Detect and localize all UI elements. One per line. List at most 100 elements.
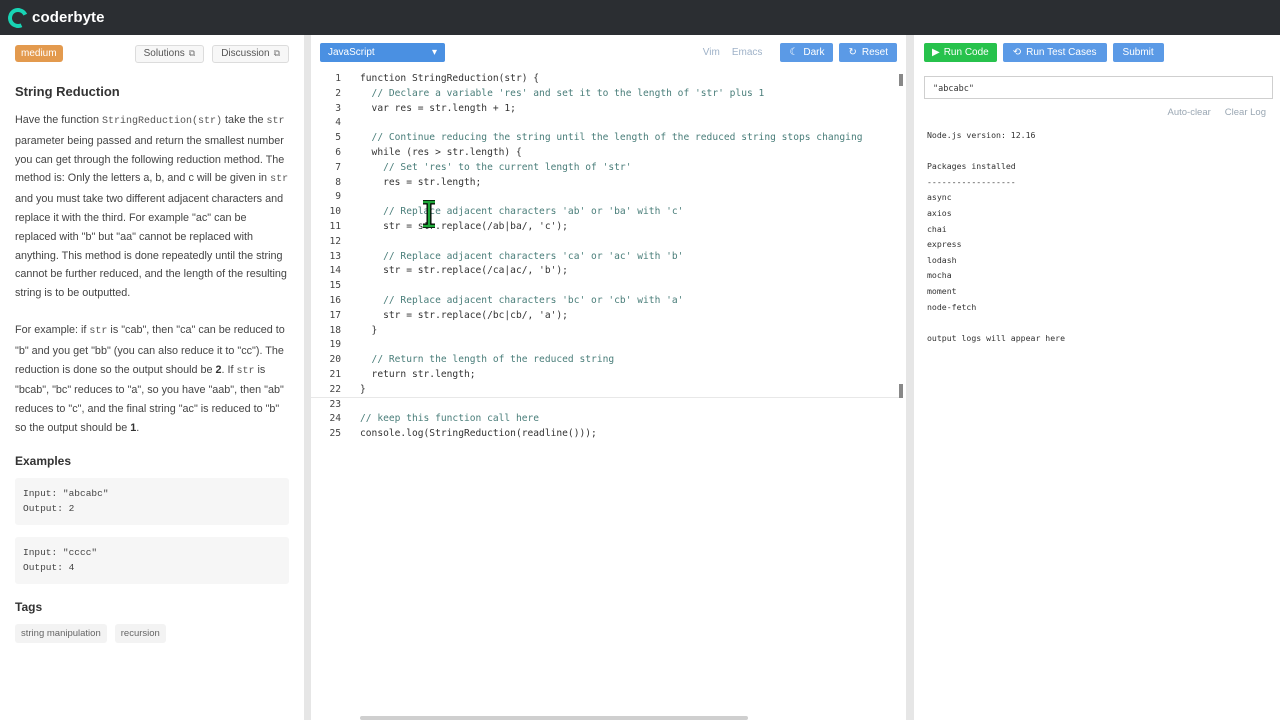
code-text: }	[360, 324, 378, 336]
code-line[interactable]: 11 str = str.replace(/ab|ba/, 'c');	[311, 220, 901, 235]
emacs-toggle[interactable]: Emacs	[732, 47, 763, 58]
line-number: 24	[329, 413, 341, 425]
code-text: var res = str.length + 1;	[360, 102, 516, 114]
code-text: // Continue reducing the string until th…	[360, 132, 863, 144]
line-number: 12	[329, 235, 341, 247]
right-resize-handle[interactable]	[906, 35, 914, 720]
code-line[interactable]: 8 res = str.length;	[311, 176, 901, 191]
code-line[interactable]: 18 }	[311, 324, 901, 339]
package-item: node-fetch	[927, 301, 977, 312]
code-text: // keep this function call here	[360, 413, 540, 425]
line-number: 25	[329, 428, 341, 440]
submit-button[interactable]: Submit	[1112, 42, 1164, 62]
coderbyte-logo[interactable]: coderbyte	[5, 4, 105, 31]
code-line[interactable]: 3 var res = str.length + 1;	[311, 102, 901, 117]
code-text: // Replace adjacent characters 'ab' or '…	[360, 206, 684, 218]
caret-down-icon: ▾	[431, 46, 437, 58]
line-number: 22	[329, 383, 341, 395]
line-number: 5	[335, 132, 341, 144]
run-test-cases-button[interactable]: ⟲ Run Test Cases	[1002, 42, 1107, 62]
tag-recursion[interactable]: recursion	[114, 623, 166, 643]
external-link-icon: ⧉	[188, 48, 196, 58]
tag-string-manipulation[interactable]: string manipulation	[15, 623, 107, 643]
line-number: 16	[329, 294, 341, 306]
example-box: Input: "cccc" Output: 4	[15, 536, 289, 584]
code-line[interactable]: 19	[311, 338, 901, 353]
line-number: 3	[335, 102, 341, 114]
editor-scroll-marker	[899, 74, 903, 86]
console-placeholder: output logs will appear here	[927, 332, 1066, 343]
line-number: 21	[329, 368, 341, 380]
code-line[interactable]: 21 return str.length;	[311, 368, 901, 383]
package-item: express	[927, 239, 962, 250]
code-line[interactable]: 6 while (res > str.length) {	[311, 146, 901, 161]
logo-mark-icon	[5, 4, 31, 31]
code-text: console.log(StringReduction(readline()))…	[360, 428, 597, 440]
tags-heading: Tags	[15, 599, 43, 614]
line-number: 11	[329, 220, 341, 232]
line-number: 14	[329, 265, 341, 277]
code-line[interactable]: 1 function StringReduction(str) {	[311, 72, 901, 87]
code-line[interactable]: 13 // Replace adjacent characters 'ca' o…	[311, 250, 901, 265]
external-link-icon: ⧉	[273, 48, 280, 58]
auto-clear-toggle[interactable]: Auto-clear	[1167, 107, 1210, 118]
line-number: 4	[335, 117, 341, 129]
line-number: 7	[335, 161, 341, 173]
code-line[interactable]: 17 str = str.replace(/bc|cb/, 'a');	[311, 309, 901, 324]
line-number: 10	[329, 206, 341, 218]
code-line[interactable]: 16 // Replace adjacent characters 'bc' o…	[311, 294, 901, 309]
code-line[interactable]: 15	[311, 279, 901, 294]
code-line[interactable]: 9	[311, 190, 901, 205]
text-cursor-icon	[423, 200, 435, 228]
custom-input-field[interactable]: "abcabc"	[924, 76, 1273, 99]
discussion-label: Discussion	[221, 48, 270, 59]
code-line[interactable]: 4	[311, 116, 901, 131]
packages-rule: ------------------	[927, 176, 1016, 187]
run-code-button[interactable]: ▶ Run Code	[924, 42, 997, 62]
code-text: // Set 'res' to the current length of 's…	[360, 161, 632, 173]
line-number: 19	[329, 339, 341, 351]
problem-title: String Reduction	[15, 84, 120, 99]
reset-button[interactable]: ↻ Reset	[839, 42, 897, 62]
moon-icon: ☾	[789, 46, 799, 58]
package-item: axios	[927, 207, 952, 218]
code-line[interactable]: 2 // Declare a variable 'res' and set it…	[311, 87, 901, 102]
vim-toggle[interactable]: Vim	[703, 47, 720, 58]
code-line[interactable]: 5 // Continue reducing the string until …	[311, 131, 901, 146]
code-line[interactable]: 23	[311, 398, 901, 413]
play-icon: ▶	[932, 46, 940, 58]
code-text: // Declare a variable 'res' and set it t…	[360, 87, 765, 99]
code-line[interactable]: 20 // Return the length of the reduced s…	[311, 353, 901, 368]
top-bar: coderbyte	[0, 0, 1280, 35]
code-line[interactable]: 10 // Replace adjacent characters 'ab' o…	[311, 205, 901, 220]
code-line[interactable]: 22}	[311, 383, 901, 398]
package-item: chai	[927, 223, 947, 234]
language-select[interactable]: JavaScript ▾	[320, 42, 445, 62]
code-line[interactable]: 7 // Set 'res' to the current length of …	[311, 161, 901, 176]
horizontal-scrollbar[interactable]	[360, 716, 748, 720]
code-text: // Replace adjacent characters 'bc' or '…	[360, 294, 684, 306]
code-text: return str.length;	[360, 368, 476, 380]
brand-name: coderbyte	[32, 9, 105, 26]
dark-mode-button[interactable]: ☾ Dark	[780, 42, 834, 62]
code-text: str = str.replace(/ca|ac/, 'b');	[360, 265, 568, 277]
left-resize-handle[interactable]	[304, 35, 311, 720]
package-item: moment	[927, 285, 957, 296]
discussion-button[interactable]: Discussion ⧉	[212, 44, 289, 63]
code-line[interactable]: 12	[311, 235, 901, 250]
code-line[interactable]: 14 str = str.replace(/ca|ac/, 'b');	[311, 264, 901, 279]
code-line[interactable]: 25 console.log(StringReduction(readline()…	[311, 427, 901, 442]
clear-log-button[interactable]: Clear Log	[1225, 107, 1266, 118]
code-line[interactable]: 24 // keep this function call here	[311, 412, 901, 427]
problem-panel: medium Solutions ⧉ Discussion ⧉ String R…	[0, 35, 304, 720]
code-area[interactable]: 1 function StringReduction(str) {2 // Dec…	[311, 72, 901, 442]
solutions-button[interactable]: Solutions ⧉	[134, 44, 205, 63]
packages-heading: Packages installed	[927, 161, 1016, 172]
example-box: Input: "abcabc" Output: 2	[15, 477, 289, 525]
code-text: while (res > str.length) {	[360, 146, 522, 158]
editor-scroll-marker	[899, 384, 903, 398]
